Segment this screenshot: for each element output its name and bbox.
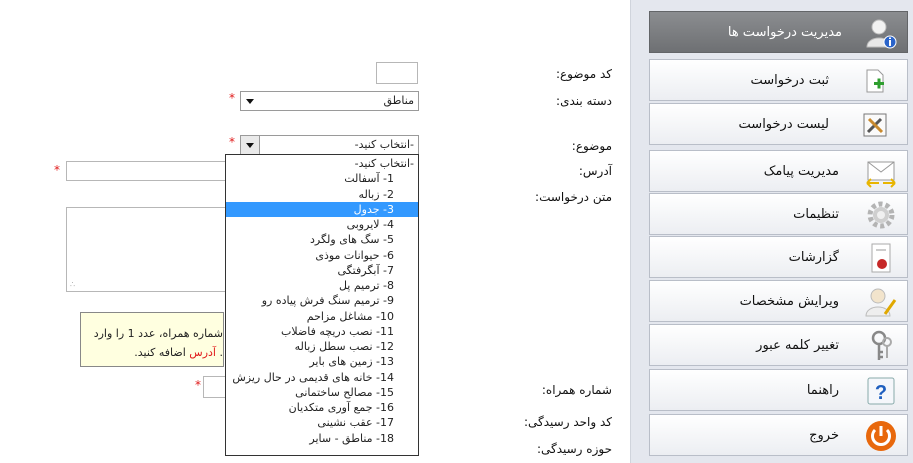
dropdown-option[interactable]: 18- مناطق - سایر [226, 431, 418, 446]
resize-handle-icon[interactable]: ∴ [70, 280, 75, 289]
envelope-icon [866, 161, 896, 188]
dropdown-option[interactable]: 10- مشاغل مزاحم [226, 309, 418, 324]
required-marker: * [229, 135, 235, 149]
sidebar-item-label: خروج [809, 428, 839, 443]
receiving-area-label: حوزه رسیدگی: [536, 442, 612, 456]
phone-label: شماره همراه: [541, 383, 612, 397]
sidebar-item-logout[interactable]: خروج [649, 414, 908, 456]
hint-address-highlight: آدرس [189, 346, 216, 359]
sidebar-item-label: ویرایش مشخصات [739, 294, 839, 309]
sidebar-header-request-management[interactable]: مدیریت درخواست ها [649, 11, 908, 53]
sidebar-item-sms[interactable]: مدیریت پیامک [649, 150, 908, 192]
chevron-down-icon [241, 92, 259, 110]
dropdown-option[interactable]: 16- جمع آوری متکدیان [226, 400, 418, 415]
dropdown-option[interactable]: 1- آسفالت [226, 171, 418, 186]
keys-icon [871, 330, 892, 360]
required-marker: * [54, 163, 60, 177]
user-info-icon [866, 19, 897, 49]
sidebar-item-label: ثبت درخواست [750, 73, 829, 88]
dropdown-option[interactable]: -انتخاب کنید- [226, 156, 418, 171]
subject-label: موضوع: [571, 139, 612, 153]
dropdown-option[interactable]: 8- ترمیم پل [226, 278, 418, 293]
sidebar-item-label: گزارشات [788, 250, 839, 265]
gear-icon [867, 201, 895, 229]
hint-line-2: . آدرس اضافه کنید. [134, 346, 223, 359]
dropdown-option[interactable]: 15- مصالح ساختمانی [226, 385, 418, 400]
sidebar-item-change-password[interactable]: تغییر کلمه عبور [649, 324, 908, 366]
dropdown-option[interactable]: 3- جدول [226, 201, 418, 217]
address-input[interactable] [66, 161, 226, 181]
subject-value: -انتخاب کنید- [354, 138, 414, 151]
sidebar-item-label: لیست درخواست [738, 117, 829, 132]
dropdown-option[interactable]: 14- خانه های قدیمی در حال ریزش [226, 370, 418, 385]
dropdown-option[interactable]: 17- عقب نشینی [226, 415, 418, 430]
edit-user-icon [865, 288, 897, 317]
sidebar-item-label: راهنما [806, 383, 839, 398]
request-text-textarea[interactable]: ∴ [66, 207, 226, 292]
phone-input[interactable] [203, 376, 227, 398]
dropdown-option[interactable]: 11- نصب دریچه فاضلاب [226, 324, 418, 339]
power-icon [866, 421, 896, 451]
subject-select[interactable]: -انتخاب کنید- [240, 135, 419, 155]
sidebar-item-settings[interactable]: تنظیمات [649, 193, 908, 235]
subject-dropdown-list[interactable]: -انتخاب کنید- 1- آسفالت 2- زباله 3- جدول 4- … [225, 154, 419, 456]
report-icon [871, 243, 891, 273]
sidebar-item-reports[interactable]: گزارشات [649, 236, 908, 278]
chevron-down-icon [241, 136, 260, 154]
dropdown-option[interactable]: 6- حیوانات موذی [226, 248, 418, 263]
dropdown-option[interactable]: 2- زباله [226, 187, 418, 202]
request-text-label: متن درخواست: [535, 190, 612, 204]
sidebar-item-label: تنظیمات [793, 207, 839, 222]
address-label: آدرس: [578, 164, 612, 178]
hint-line-1: شماره همراه، عدد 1 را وارد [93, 327, 223, 340]
category-label: دسته بندی: [556, 94, 612, 108]
sidebar: مدیریت درخواست ها ثبت درخواست لیست درخوا… [630, 0, 913, 463]
required-marker: * [195, 378, 201, 392]
sidebar-item-label: مدیریت پیامک [763, 164, 839, 179]
dropdown-option[interactable]: 5- سگ های ولگرد [226, 232, 418, 247]
sidebar-header-label: مدیریت درخواست ها [727, 25, 842, 40]
category-value: مناطق [383, 94, 415, 107]
sidebar-item-new-request[interactable]: ثبت درخواست [649, 59, 908, 101]
help-icon: ? [867, 377, 895, 405]
dropdown-option[interactable]: 4- لایروبی [226, 217, 418, 232]
subject-code-label: کد موضوع: [555, 67, 612, 81]
category-select[interactable]: مناطق [240, 91, 419, 111]
dropdown-option[interactable]: 9- ترمیم سنگ فرش پیاده رو [226, 293, 418, 308]
hint-box: شماره همراه، عدد 1 را وارد . آدرس اضافه … [80, 312, 224, 367]
sidebar-item-label: تغییر کلمه عبور [756, 338, 839, 353]
sidebar-item-help[interactable]: راهنما ? [649, 369, 908, 411]
new-document-icon [866, 69, 884, 93]
subject-code-input[interactable] [376, 62, 418, 84]
dropdown-option[interactable]: 13- زمین های بایر [226, 354, 418, 369]
dropdown-option[interactable]: 7- آبگرفتگی [226, 263, 418, 278]
receiving-unit-code-label: کد واحد رسیدگی: [523, 415, 612, 429]
tools-icon [863, 113, 887, 137]
svg-text:?: ? [875, 382, 887, 404]
sidebar-item-request-list[interactable]: لیست درخواست [649, 103, 908, 145]
dropdown-option[interactable]: 12- نصب سطل زباله [226, 339, 418, 354]
sidebar-item-edit-profile[interactable]: ویرایش مشخصات [649, 280, 908, 322]
required-marker: * [229, 91, 235, 105]
